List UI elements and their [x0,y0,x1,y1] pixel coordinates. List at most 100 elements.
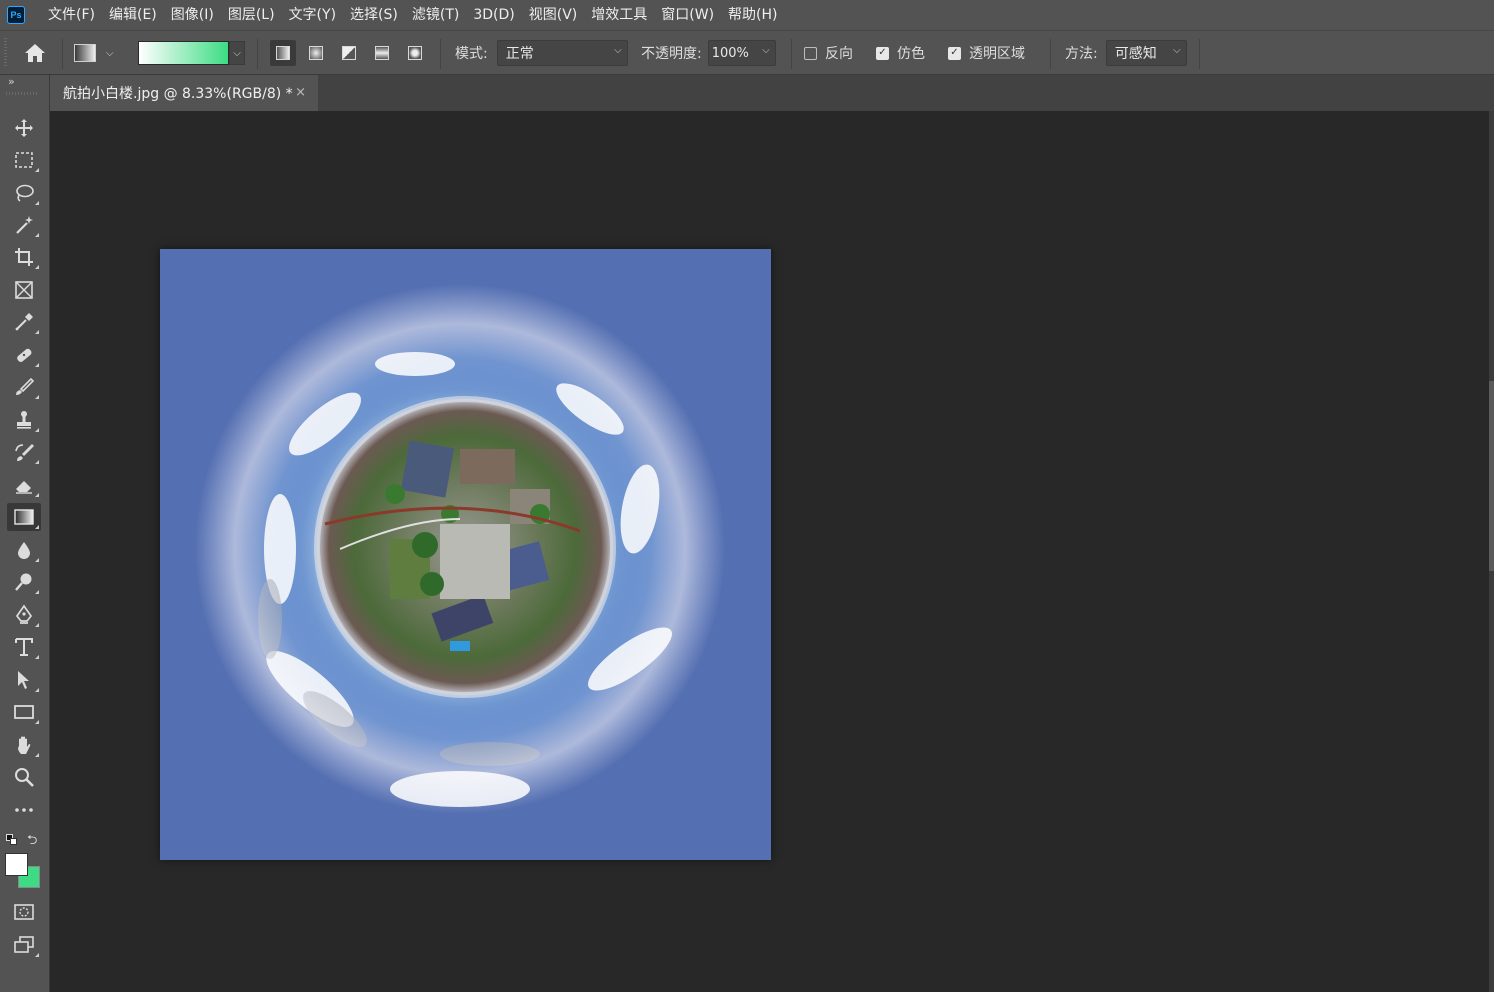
reflected-gradient-icon [375,46,389,60]
method-label: 方法: [1065,46,1098,62]
menu-image[interactable]: 图像(I) [164,0,221,30]
document-canvas[interactable] [160,249,771,860]
menu-window[interactable]: 窗口(W) [654,0,721,30]
tool-flyout-indicator [35,201,39,205]
more-tools-button[interactable] [7,796,41,824]
transparency-label: 透明区域 [969,46,1025,62]
lasso-icon [16,184,34,202]
screen-mode-button[interactable] [7,931,41,959]
healing-brush-tool[interactable] [7,341,41,369]
opacity-input[interactable]: 100% ⌵ [707,40,776,66]
menu-type[interactable]: 文字(Y) [282,0,343,30]
collapse-panel-button[interactable]: » [8,75,15,88]
home-icon [25,44,45,62]
document-tab[interactable]: 航拍小白楼.jpg @ 8.33%(RGB/8) * × [50,75,318,111]
foreground-color-swatch[interactable] [5,853,28,876]
close-tab-icon[interactable]: × [295,85,306,100]
quick-mask-icon [14,904,34,920]
hand-icon [18,736,31,754]
path-selection-tool[interactable] [7,666,41,694]
method-dropdown[interactable]: 可感知 ⌵ [1105,40,1187,66]
menu-edit[interactable]: 编辑(E) [102,0,164,30]
dodge-icon [15,573,32,591]
transparency-checkbox[interactable]: 透明区域 [948,31,1025,75]
move-tool[interactable] [7,114,41,142]
gradient-tool[interactable] [7,503,41,531]
frame-icon [15,281,33,299]
crop-icon [15,248,33,266]
gradient-preview-swatch[interactable] [138,41,229,65]
screen-mode-icon [14,936,34,953]
marquee-tool[interactable] [7,146,41,174]
clone-stamp-icon [17,411,31,429]
magic-wand-icon [16,216,33,234]
marquee-icon [15,152,33,168]
chevron-down-icon: ⌵ [233,47,241,59]
history-brush-tool[interactable] [7,438,41,466]
tool-flyout-indicator [35,720,39,724]
blur-tool[interactable] [7,536,41,564]
more-tools-icon [15,808,33,812]
mode-dropdown[interactable]: 正常 ⌵ [496,40,628,66]
tool-flyout-indicator [35,233,39,237]
reverse-checkbox-box[interactable] [804,46,817,60]
separator [1050,39,1051,69]
gradient-picker[interactable]: ⌵ [138,31,245,75]
angle-gradient-button[interactable] [336,40,362,66]
options-bar-gripper[interactable] [4,38,7,68]
reflected-gradient-button[interactable] [369,40,395,66]
swap-colors-button[interactable]: ⮌ [27,831,37,853]
tool-flyout-indicator [35,428,39,432]
home-button[interactable] [22,31,48,75]
eraser-tool[interactable] [7,471,41,499]
document-tab-strip: 航拍小白楼.jpg @ 8.33%(RGB/8) * × [50,75,1494,111]
menu-plugins[interactable]: 增效工具 [584,0,654,30]
menu-filter[interactable]: 滤镜(T) [405,0,466,30]
menu-select[interactable]: 选择(S) [343,0,405,30]
menu-file[interactable]: 文件(F) [41,0,102,30]
hand-tool[interactable] [7,731,41,759]
mode-label: 模式: [455,46,488,62]
tool-flyout-indicator [35,330,39,334]
reverse-checkbox[interactable]: 反向 [804,31,853,75]
linear-gradient-button[interactable] [270,40,296,66]
dither-checkbox[interactable]: 仿色 [876,31,925,75]
transparency-checkbox-box[interactable] [948,46,961,60]
dodge-tool[interactable] [7,568,41,596]
zoom-tool[interactable] [7,763,41,791]
tiny-planet-photo [160,249,771,860]
crop-tool[interactable] [7,243,41,271]
frame-tool[interactable] [7,276,41,304]
radial-gradient-button[interactable] [303,40,329,66]
separator [62,39,63,69]
menu-layer[interactable]: 图层(L) [221,0,282,30]
eraser-icon [16,481,32,494]
opacity-group: 不透明度: 100% ⌵ [641,31,776,75]
gradient-type-group [270,31,428,75]
gradient-dropdown-button[interactable]: ⌵ [229,41,245,65]
tool-flyout-indicator [35,395,39,399]
separator [1199,39,1200,69]
type-tool[interactable] [7,633,41,661]
menu-3d[interactable]: 3D(D) [466,0,521,30]
eyedropper-tool[interactable] [7,308,41,336]
tool-flyout-indicator [35,525,39,529]
diamond-gradient-button[interactable] [402,40,428,66]
tools-panel-gripper[interactable] [6,92,38,95]
menu-bar: Ps 文件(F) 编辑(E) 图像(I) 图层(L) 文字(Y) 选择(S) 滤… [0,0,1494,30]
brush-tool[interactable] [7,373,41,401]
magic-wand-tool[interactable] [7,211,41,239]
move-icon [15,119,33,137]
menu-help[interactable]: 帮助(H) [721,0,784,30]
dither-checkbox-box[interactable] [876,46,889,60]
tool-preset-picker[interactable]: ⌵ [74,31,114,75]
vertical-scrollbar[interactable] [1489,111,1494,992]
pen-tool[interactable] [7,601,41,629]
clone-stamp-tool[interactable] [7,406,41,434]
quick-mask-button[interactable] [7,898,41,926]
default-colors-button[interactable] [6,834,18,846]
lasso-tool[interactable] [7,179,41,207]
rectangle-tool[interactable] [7,698,41,726]
tool-flyout-indicator [35,558,39,562]
menu-view[interactable]: 视图(V) [522,0,585,30]
